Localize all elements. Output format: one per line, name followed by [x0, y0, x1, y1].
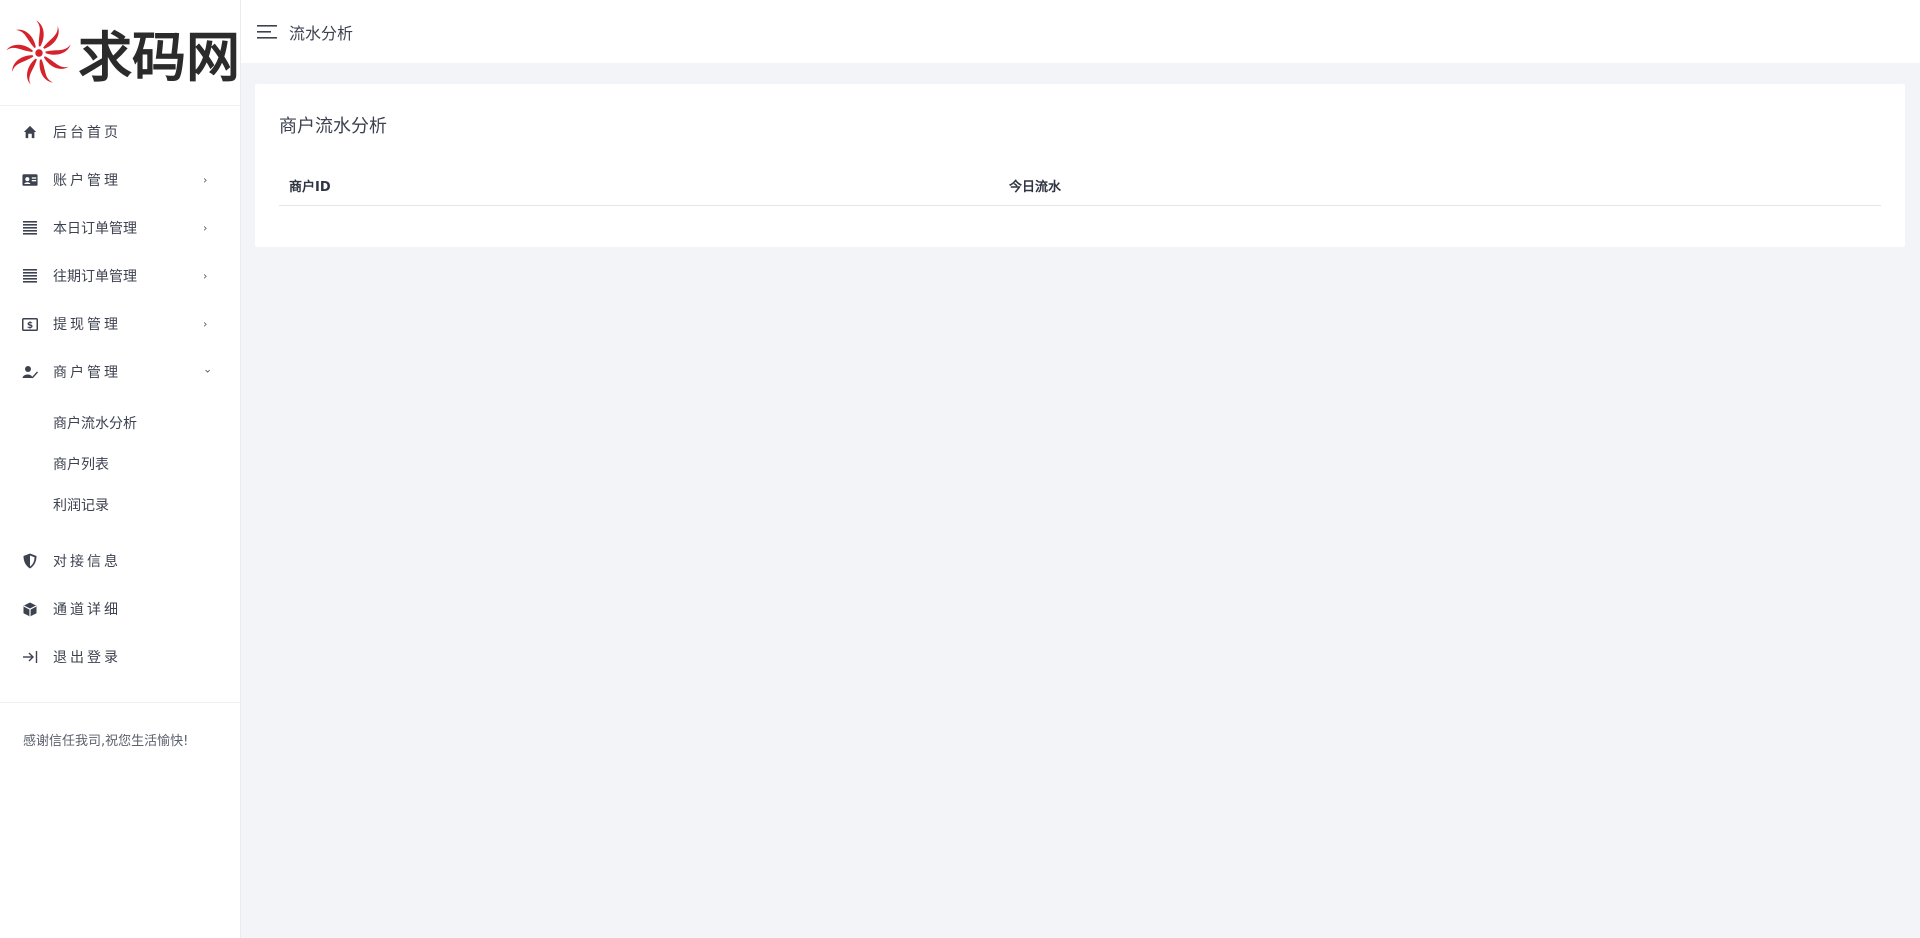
column-header-merchant-id[interactable]: 商户ID: [279, 166, 999, 206]
sidebar-item-label: 提现管理: [53, 317, 121, 333]
submenu-item-merchant-list[interactable]: 商户列表: [0, 443, 240, 484]
home-icon: [22, 124, 38, 140]
sidebar-item-today-orders[interactable]: 本日订单管理 ›: [0, 204, 240, 252]
merchant-flow-table: 商户ID 今日流水: [279, 166, 1881, 206]
sidebar-item-past-orders[interactable]: 往期订单管理 ›: [0, 252, 240, 300]
sidebar-divider: [0, 702, 240, 703]
sidebar-item-label: 通道详细: [53, 602, 121, 618]
column-header-today-flow[interactable]: 今日流水: [999, 166, 1881, 206]
sidebar-item-label: 本日订单管理: [53, 221, 137, 237]
sidebar-item-label: 账户管理: [53, 173, 121, 189]
chevron-right-icon: ›: [203, 317, 208, 331]
logout-icon: [22, 649, 38, 665]
sidebar-item-integration[interactable]: 对接信息: [0, 537, 240, 585]
sidebar-footer-text: 感谢信任我司,祝您生活愉快!: [23, 734, 189, 749]
flower-logo-icon: [6, 19, 71, 85]
sidebar-item-label: 对接信息: [53, 554, 121, 570]
merchant-submenu: 商户流水分析 商户列表 利润记录: [0, 396, 240, 535]
sidebar-item-withdraw[interactable]: $ 提现管理 ›: [0, 300, 240, 348]
submenu-item-flow-analysis[interactable]: 商户流水分析: [0, 402, 240, 443]
id-card-icon: [22, 172, 38, 188]
flow-analysis-card: 商户流水分析 商户ID 今日流水: [255, 84, 1905, 247]
shield-icon: [22, 553, 38, 569]
submenu-item-profit-records[interactable]: 利润记录: [0, 484, 240, 525]
table-header-row: 商户ID 今日流水: [279, 166, 1881, 206]
svg-text:$: $: [27, 321, 33, 331]
money-icon: $: [22, 316, 38, 332]
sidebar-item-label: 后台首页: [53, 125, 121, 141]
hamburger-menu-icon[interactable]: [257, 24, 277, 40]
list-icon: [22, 268, 38, 284]
cube-icon: [22, 601, 38, 617]
card-title: 商户流水分析: [279, 116, 387, 137]
sidebar: 求码网 后台首页 账户管理 › 本日订单管理 › 往期订单管理 › $ 提现管理…: [0, 0, 241, 938]
chevron-down-icon: ⌄: [203, 362, 213, 376]
sidebar-item-label: 退出登录: [53, 650, 121, 666]
sidebar-item-label: 商户管理: [53, 365, 121, 381]
sidebar-item-home[interactable]: 后台首页: [0, 108, 240, 156]
page-title: 流水分析: [289, 23, 354, 43]
sidebar-item-merchant[interactable]: 商户管理 ⌄: [0, 348, 240, 396]
chevron-right-icon: ›: [203, 269, 208, 283]
list-icon: [22, 220, 38, 236]
user-edit-icon: [22, 364, 38, 380]
chevron-right-icon: ›: [203, 221, 208, 235]
sidebar-menu-lower: 对接信息 通道详细 退出登录: [0, 535, 240, 681]
sidebar-item-account[interactable]: 账户管理 ›: [0, 156, 240, 204]
logo[interactable]: 求码网: [0, 0, 240, 106]
sidebar-item-channel-detail[interactable]: 通道详细: [0, 585, 240, 633]
sidebar-menu: 后台首页 账户管理 › 本日订单管理 › 往期订单管理 › $ 提现管理 › 商…: [0, 106, 240, 396]
sidebar-item-logout[interactable]: 退出登录: [0, 633, 240, 681]
topbar: 流水分析: [241, 0, 1920, 63]
logo-text: 求码网: [78, 25, 240, 89]
chevron-right-icon: ›: [203, 173, 208, 187]
sidebar-item-label: 往期订单管理: [53, 269, 137, 285]
